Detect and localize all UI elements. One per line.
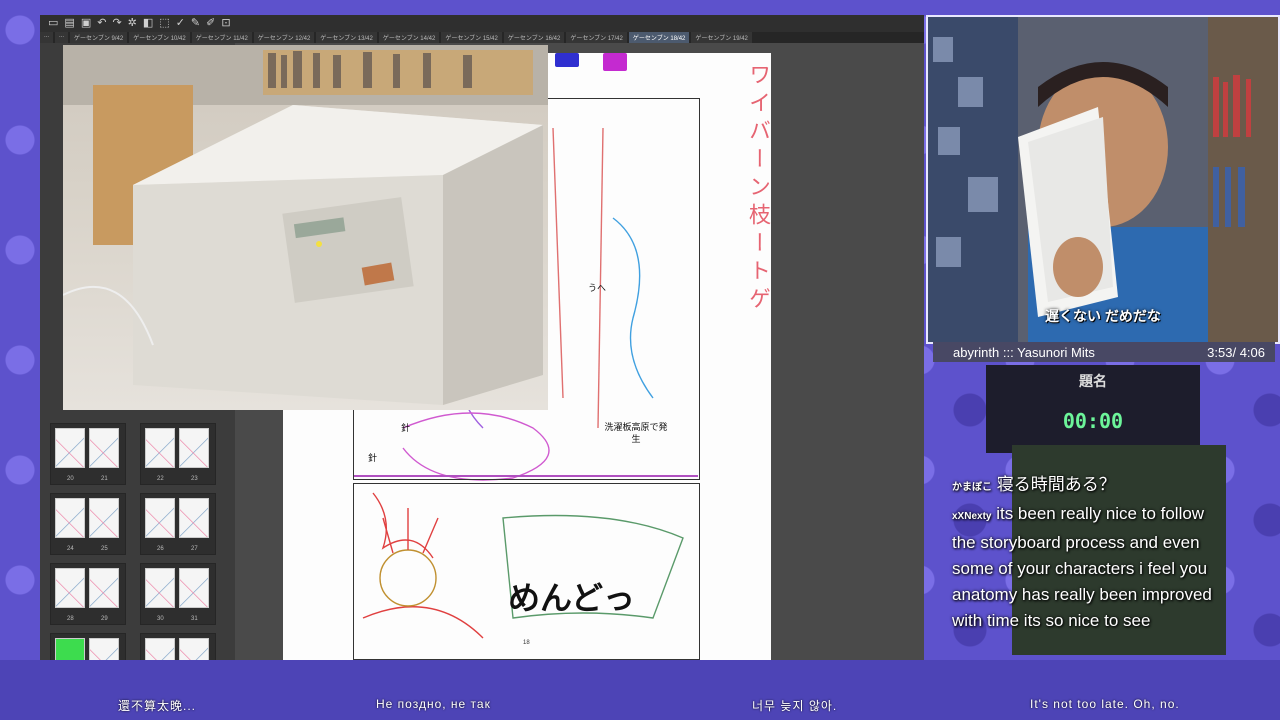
document-tab[interactable]: ゲーセンブン 11/42 xyxy=(191,32,252,43)
document-tab[interactable]: ゲーセンブン 16/42 xyxy=(503,32,565,43)
chat-username: かまぼこ xyxy=(952,482,992,493)
thumbnail-page-right[interactable] xyxy=(89,638,119,660)
thumbnail-page-left[interactable] xyxy=(55,498,85,538)
thumbnail-page-number: 31 xyxy=(191,616,198,622)
panel-frame-bottom xyxy=(353,483,700,660)
thumbnail-page-number: 26 xyxy=(157,546,164,552)
page-thumbnail[interactable]: 20 21 xyxy=(50,423,126,485)
thumbnail-page-number: 23 xyxy=(191,476,198,482)
thumbnail-page-number: 22 xyxy=(157,476,164,482)
thumbnail-page-left[interactable] xyxy=(55,428,85,468)
bubble-text-uhe: うへ xyxy=(588,283,607,293)
select-icon[interactable]: ◧ xyxy=(143,18,153,29)
thumbnail-page-number: 29 xyxy=(101,616,108,622)
page-thumbnail[interactable]: 24 25 xyxy=(50,493,126,555)
chat-text: its been really nice to follow the story… xyxy=(952,504,1212,630)
webcam-feed: 遅くない だめだな xyxy=(926,15,1280,344)
subtitle-korean: 너무 늦지 않아. xyxy=(752,699,838,713)
open-icon[interactable]: ▤ xyxy=(64,18,74,29)
document-tab[interactable]: ゲーセンブン 19/42 xyxy=(691,32,752,43)
pen-icon[interactable]: ✐ xyxy=(206,18,215,29)
thumbnail-page-number: 27 xyxy=(191,546,198,552)
thumbnail-page-right[interactable] xyxy=(89,498,119,538)
subtitle-bar: 還不算太晚... Не поздно, не так 너무 늦지 않아. It'… xyxy=(0,660,1280,720)
thumbnail-page-left[interactable] xyxy=(55,638,85,660)
thumbnail-page-number: 24 xyxy=(67,546,74,552)
now-playing-time: 3:53/ 4:06 xyxy=(1207,344,1265,360)
thumbnail-page-left[interactable] xyxy=(145,638,175,660)
thumbnail-page-left[interactable] xyxy=(145,568,175,608)
redo-icon[interactable]: ↷ xyxy=(112,18,121,29)
chat-overlay: かまぼこ 寝る時間ある？ xXNexty its been really nic… xyxy=(952,472,1232,634)
document-tab[interactable]: ゲーセンブン 10/42 xyxy=(129,32,190,43)
thumbnail-page-number: 20 xyxy=(67,476,74,482)
printer-camera-feed xyxy=(63,45,548,410)
page-thumbnail[interactable]: 22 23 xyxy=(140,423,216,485)
chat-message: xXNexty its been really nice to follow t… xyxy=(952,501,1232,634)
page-thumbnail[interactable]: 28 29 xyxy=(50,563,126,625)
thumbnail-page-right[interactable] xyxy=(179,428,209,468)
timer-title: 題名 xyxy=(1079,373,1107,389)
document-tab[interactable]: ゲーセンブン 9/42 xyxy=(70,32,128,43)
thumbnail-page-right[interactable] xyxy=(179,498,209,538)
document-tab[interactable]: ゲーセンブン 14/42 xyxy=(378,32,440,43)
edit-icon[interactable]: ✎ xyxy=(191,18,200,29)
page-thumbnail[interactable] xyxy=(50,633,126,660)
new-icon[interactable]: ▭ xyxy=(48,18,58,29)
label-needle-1: 針 xyxy=(401,423,411,433)
subtitle-chinese: 還不算太晚... xyxy=(118,699,197,713)
thumbnail-page-number: 25 xyxy=(101,546,108,552)
document-tab[interactable]: ゲーセンブン 15/42 xyxy=(441,32,502,43)
document-tab[interactable]: ゲーセンブン 12/42 xyxy=(253,32,315,43)
webcam-image xyxy=(928,17,1278,342)
page-thumbnail[interactable] xyxy=(140,633,216,660)
chat-text: 寝る時間ある？ xyxy=(996,475,1116,494)
subtitle-russian: Не поздно, не так xyxy=(376,697,491,711)
color-swatch-blue[interactable] xyxy=(555,53,579,67)
thumbnail-page-right[interactable] xyxy=(89,568,119,608)
now-playing-title: abyrinth ::: Yasunori Mits xyxy=(953,344,1095,360)
settings-icon[interactable]: ✲ xyxy=(128,18,137,29)
save-icon[interactable]: ▣ xyxy=(81,18,91,29)
page-number: 18 xyxy=(523,640,530,646)
vertical-note: ワイバーン枝ートゲ xyxy=(745,63,770,315)
thumbnail-page-right[interactable] xyxy=(89,428,119,468)
timer-widget: 題名 00:00 xyxy=(986,365,1200,453)
chat-message: かまぼこ 寝る時間ある？ xyxy=(952,472,1232,501)
page-thumbnails: 20 21 22 23 24 25 26 27 28 29 30 31 xyxy=(50,423,230,660)
document-tab[interactable]: ... xyxy=(55,32,69,43)
document-tab[interactable]: ゲーセンブン 13/42 xyxy=(316,32,377,43)
transform-icon[interactable]: ⬚ xyxy=(159,18,169,29)
thumbnail-page-number: 21 xyxy=(101,476,108,482)
label-needle-2: 針 xyxy=(368,453,378,463)
webcam-subtitle: 遅くない だめだな xyxy=(1045,308,1161,324)
thumbnail-page-left[interactable] xyxy=(145,498,175,538)
page-thumbnail[interactable]: 30 31 xyxy=(140,563,216,625)
command-bar: ▭ ▤ ▣ ↶ ↷ ✲ ◧ ⬚ ✓ ✎ ✐ ⊡ xyxy=(40,15,924,32)
document-tab[interactable]: ゲーセンブン 17/42 xyxy=(566,32,627,43)
undo-icon[interactable]: ↶ xyxy=(97,18,106,29)
timer-value: 00:00 xyxy=(1062,409,1124,433)
page-thumbnail[interactable]: 26 27 xyxy=(140,493,216,555)
thumbnail-page-number: 30 xyxy=(157,616,164,622)
chat-username: xXNexty xyxy=(952,511,992,522)
check-icon[interactable]: ✓ xyxy=(176,18,185,29)
thumbnail-page-right[interactable] xyxy=(179,638,209,660)
document-tabs: ...... ゲーセンブン 9/42 ゲーセンブン 10/42 ゲーセンブン 11/4… xyxy=(40,32,924,43)
bubble-text-plateau: 洗濯板高原で発生 xyxy=(604,422,668,444)
document-tab[interactable]: ... xyxy=(40,32,54,43)
printer-image xyxy=(63,45,548,405)
speech-text-main: めんどっ xyxy=(508,579,636,617)
document-tab[interactable]: ゲーセンブン 18/42 xyxy=(628,32,690,43)
thumbnail-page-left[interactable] xyxy=(55,568,85,608)
color-swatch-magenta[interactable] xyxy=(603,53,627,71)
thumbnail-page-number: 28 xyxy=(67,616,74,622)
thumbnail-page-left[interactable] xyxy=(145,428,175,468)
now-playing-bar: abyrinth ::: Yasunori Mits 3:53/ 4:06 xyxy=(933,342,1275,362)
ruler-icon[interactable]: ⊡ xyxy=(221,18,230,29)
subtitle-english: It's not too late. Oh, no. xyxy=(1030,697,1180,711)
thumbnail-page-right[interactable] xyxy=(179,568,209,608)
